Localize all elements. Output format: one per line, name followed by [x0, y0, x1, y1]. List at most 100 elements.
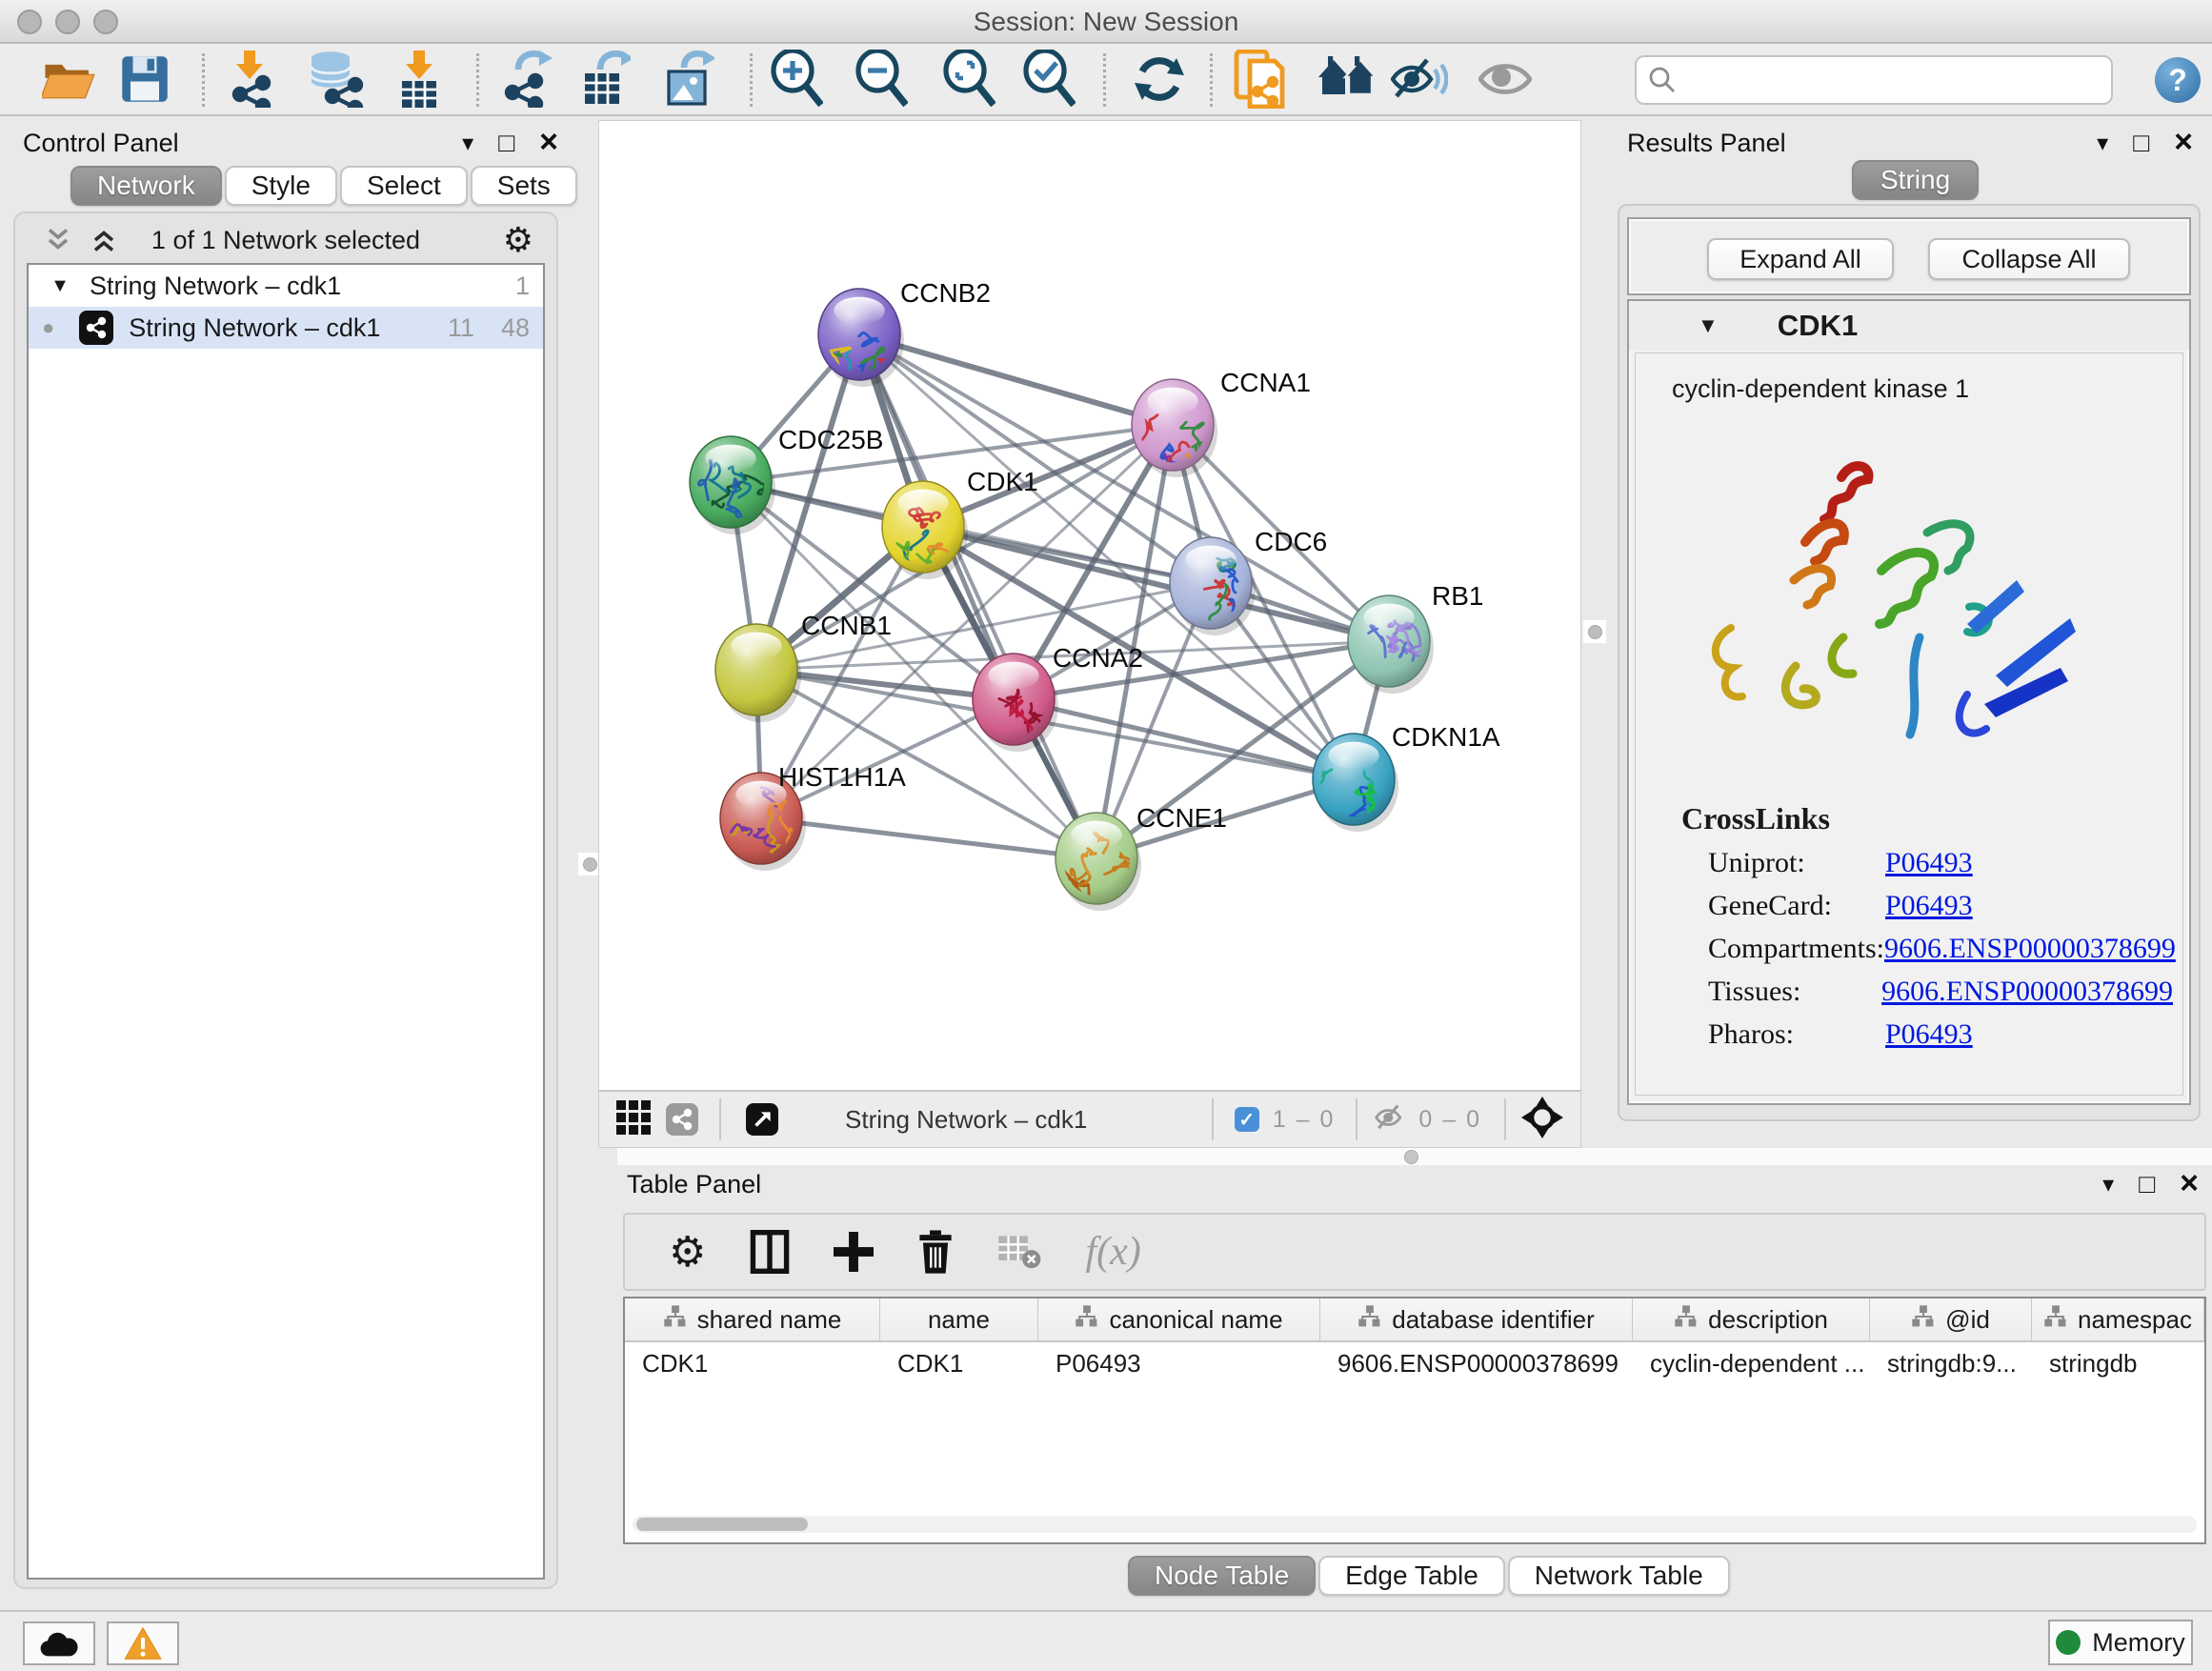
- horizontal-splitter[interactable]: [617, 1148, 2212, 1165]
- crosslink-link[interactable]: P06493: [1885, 890, 1973, 933]
- disclosure-triangle-icon[interactable]: ▼: [46, 275, 74, 297]
- first-neighbors-button[interactable]: [1317, 54, 1377, 104]
- tab-style[interactable]: Style: [225, 166, 337, 206]
- detach-view-icon[interactable]: [746, 1103, 778, 1136]
- column-header-name[interactable]: name: [880, 1299, 1038, 1340]
- tab-sets[interactable]: Sets: [471, 166, 577, 206]
- node-label-CDC6: CDC6: [1255, 527, 1327, 556]
- close-panel-icon[interactable]: ×: [2174, 130, 2193, 155]
- table-cell[interactable]: cyclin-dependent ...: [1633, 1342, 1870, 1384]
- node-CCNB2[interactable]: [818, 289, 904, 393]
- column-header-@id[interactable]: @id: [1870, 1299, 2032, 1340]
- memory-button[interactable]: Memory: [2048, 1620, 2193, 1665]
- tab-string[interactable]: String: [1852, 160, 1979, 200]
- float-panel-icon[interactable]: □: [2133, 128, 2149, 158]
- cloud-icon: [37, 1628, 81, 1659]
- float-panel-icon[interactable]: □: [2139, 1169, 2155, 1199]
- horizontal-scrollbar[interactable]: [633, 1516, 2197, 1533]
- table-options-gear-icon[interactable]: ⚙: [669, 1228, 706, 1277]
- zoom-fit-button[interactable]: [942, 50, 995, 109]
- tab-node-table[interactable]: Node Table: [1128, 1556, 1316, 1596]
- protein-entry: ▼ CDK1 cyclin-dependent kinase 1: [1627, 299, 2191, 1105]
- panel-menu-icon[interactable]: ▾: [2097, 130, 2108, 157]
- expand-all-button[interactable]: Expand All: [1707, 238, 1894, 280]
- column-header-shared-name[interactable]: shared name: [625, 1299, 880, 1340]
- close-panel-icon[interactable]: ×: [2180, 1171, 2199, 1197]
- table-cell[interactable]: 9606.ENSP00000378699: [1320, 1342, 1633, 1384]
- node-CCNA1[interactable]: [1132, 379, 1228, 495]
- panel-menu-icon[interactable]: ▾: [462, 130, 473, 157]
- column-tree-icon: [663, 1305, 688, 1335]
- table-cell[interactable]: CDK1: [880, 1342, 1038, 1384]
- scrollbar-thumb[interactable]: [636, 1518, 808, 1531]
- new-network-from-selection-button[interactable]: [1233, 50, 1286, 109]
- disclosure-triangle-icon[interactable]: ▼: [1698, 313, 1719, 338]
- crosslink-link[interactable]: P06493: [1885, 847, 1973, 890]
- table-cell[interactable]: P06493: [1038, 1342, 1320, 1384]
- expand-collapse-box: Expand All Collapse All: [1627, 217, 2191, 295]
- search-input[interactable]: [1677, 66, 2086, 95]
- export-table-button[interactable]: [577, 50, 631, 108]
- column-header-description[interactable]: description: [1633, 1299, 1870, 1340]
- node-CDC25B[interactable]: [690, 436, 775, 534]
- horizontal-splitter-handle[interactable]: [1404, 1150, 1418, 1164]
- network-tree-row[interactable]: ●String Network – cdk11148: [29, 307, 543, 349]
- network-canvas[interactable]: CCNB2CCNA1CDC25BCDK1CDC6RB1CCNB1CCNA2CDK…: [599, 121, 1582, 1090]
- column-header-namespac[interactable]: namespac: [2032, 1299, 2204, 1340]
- delete-column-icon[interactable]: [917, 1230, 954, 1274]
- string-results-container: Expand All Collapse All ▼ CDK1 cyclin-de…: [1618, 204, 2201, 1121]
- birds-eye-view-icon[interactable]: [1521, 1097, 1563, 1143]
- crosslink-link[interactable]: 9606.ENSP00000378699: [1881, 976, 2173, 1018]
- show-columns-icon[interactable]: [750, 1230, 790, 1274]
- node-CDKN1A[interactable]: [1309, 734, 1398, 845]
- column-header-database-identifier[interactable]: database identifier: [1320, 1299, 1633, 1340]
- edge-HIST1H1A-CCNE1[interactable]: [761, 818, 1096, 858]
- panel-menu-icon[interactable]: ▾: [2102, 1171, 2114, 1198]
- open-session-button[interactable]: [42, 56, 95, 102]
- show-all-button[interactable]: [1478, 58, 1532, 100]
- node-RB1[interactable]: [1348, 595, 1434, 694]
- network-share-icon[interactable]: [666, 1103, 698, 1136]
- crosslink-link[interactable]: 9606.ENSP00000378699: [1884, 933, 2176, 976]
- warnings-button[interactable]: [107, 1621, 179, 1665]
- open-folder-icon: [42, 56, 95, 102]
- float-panel-icon[interactable]: □: [498, 128, 514, 158]
- zoom-in-button[interactable]: [770, 50, 823, 109]
- crosslink-link[interactable]: P06493: [1885, 1018, 1973, 1061]
- network-options-gear-icon[interactable]: ⚙: [503, 220, 533, 260]
- import-table-file-button[interactable]: [392, 50, 446, 108]
- export-table-icon: [577, 50, 631, 108]
- collapse-all-button[interactable]: Collapse All: [1928, 238, 2130, 280]
- node-CDK1[interactable]: [882, 481, 968, 579]
- help-button[interactable]: ?: [2155, 57, 2201, 103]
- grid-view-icon[interactable]: [614, 1098, 653, 1141]
- save-session-button[interactable]: [121, 55, 169, 103]
- protein-entry-header[interactable]: ▼ CDK1: [1629, 301, 2189, 351]
- import-network-file-button[interactable]: [223, 50, 276, 108]
- table-row[interactable]: CDK1CDK1P064939606.ENSP00000378699cyclin…: [625, 1342, 2204, 1384]
- save-floppy-icon: [121, 55, 169, 103]
- column-header-canonical-name[interactable]: canonical name: [1038, 1299, 1320, 1340]
- selected-checkbox-icon[interactable]: ✓: [1235, 1107, 1259, 1132]
- export-network-button[interactable]: [499, 50, 553, 108]
- export-image-button[interactable]: [661, 50, 714, 108]
- table-cell[interactable]: CDK1: [625, 1342, 880, 1384]
- node-CCNE1[interactable]: [1056, 813, 1141, 913]
- add-column-icon[interactable]: [834, 1232, 874, 1272]
- apply-layout-button[interactable]: [1133, 52, 1186, 106]
- import-network-database-button[interactable]: [306, 50, 365, 108]
- hide-selected-button[interactable]: [1391, 56, 1448, 102]
- node-CDC6[interactable]: [1170, 537, 1256, 635]
- close-panel-icon[interactable]: ×: [539, 130, 558, 155]
- edge-CCNB2-CCNA1[interactable]: [859, 334, 1173, 425]
- tab-network[interactable]: Network: [70, 166, 222, 206]
- automation-cloud-button[interactable]: [23, 1621, 95, 1665]
- zoom-selected-button[interactable]: [1022, 50, 1076, 109]
- zoom-out-button[interactable]: [855, 50, 908, 109]
- tab-edge-table[interactable]: Edge Table: [1318, 1556, 1505, 1596]
- network-tree-row[interactable]: ▼String Network – cdk11: [29, 265, 543, 307]
- tab-select[interactable]: Select: [340, 166, 468, 206]
- table-cell[interactable]: stringdb: [2032, 1342, 2204, 1384]
- tab-network-table[interactable]: Network Table: [1508, 1556, 1730, 1596]
- table-cell[interactable]: stringdb:9...: [1870, 1342, 2032, 1384]
